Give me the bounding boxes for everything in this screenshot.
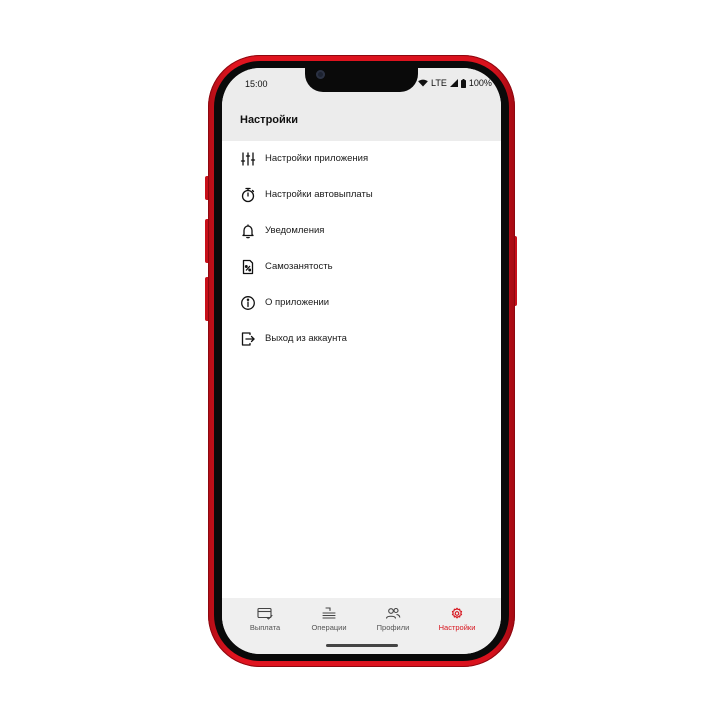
home-indicator bbox=[326, 644, 398, 647]
tab-operations[interactable]: Операции bbox=[299, 607, 359, 637]
bell-icon bbox=[242, 224, 254, 239]
bottom-tab-bar: Выплата Операции Профили Настройки bbox=[222, 598, 501, 654]
tab-label: Настройки bbox=[438, 623, 476, 632]
tab-payout[interactable]: Выплата bbox=[235, 607, 295, 637]
settings-menu: Настройки приложения Настройки автовыпла… bbox=[222, 141, 501, 357]
tab-label: Операции bbox=[311, 623, 347, 632]
stopwatch-icon bbox=[241, 187, 255, 203]
tab-label: Профили bbox=[376, 623, 410, 632]
wifi-icon bbox=[418, 79, 428, 87]
menu-item-label: Самозанятость bbox=[265, 261, 333, 272]
menu-item-about[interactable]: О приложении bbox=[222, 285, 501, 321]
sliders-icon bbox=[240, 152, 256, 166]
operations-icon bbox=[322, 607, 336, 619]
menu-item-label: Настройки приложения bbox=[265, 153, 369, 164]
page-title: Настройки bbox=[240, 114, 299, 126]
profiles-icon bbox=[385, 607, 401, 619]
menu-item-label: О приложении bbox=[265, 297, 330, 308]
menu-item-self-employment[interactable]: Самозанятость bbox=[222, 249, 501, 285]
tab-profiles[interactable]: Профили bbox=[363, 607, 423, 637]
info-icon bbox=[241, 296, 255, 310]
tab-settings[interactable]: Настройки bbox=[427, 607, 487, 637]
gear-icon bbox=[451, 607, 463, 619]
camera-icon bbox=[316, 70, 325, 79]
card-check-icon bbox=[257, 607, 273, 620]
menu-item-app-settings[interactable]: Настройки приложения bbox=[222, 141, 501, 177]
document-percent-icon bbox=[242, 259, 254, 275]
network-type: LTE bbox=[431, 78, 447, 88]
menu-item-notifications[interactable]: Уведомления bbox=[222, 213, 501, 249]
menu-item-autopay-settings[interactable]: Настройки автовыплаты bbox=[222, 177, 501, 213]
menu-item-logout[interactable]: Выход из аккаунта bbox=[222, 321, 501, 357]
status-indicators: LTE 100% bbox=[418, 78, 492, 88]
menu-item-label: Уведомления bbox=[265, 225, 325, 236]
signal-icon bbox=[449, 79, 458, 87]
stage: 15:00 LTE 100% Настройки Настройки прило… bbox=[0, 0, 723, 723]
status-time: 15:00 bbox=[245, 79, 268, 89]
logout-icon bbox=[241, 332, 255, 346]
battery-level: 100% bbox=[468, 78, 492, 88]
tab-label: Выплата bbox=[249, 623, 281, 632]
phone-screen: 15:00 LTE 100% Настройки Настройки прило… bbox=[222, 68, 501, 654]
menu-item-label: Выход из аккаунта bbox=[265, 333, 347, 344]
battery-icon bbox=[460, 78, 466, 88]
menu-item-label: Настройки автовыплаты bbox=[265, 189, 373, 200]
